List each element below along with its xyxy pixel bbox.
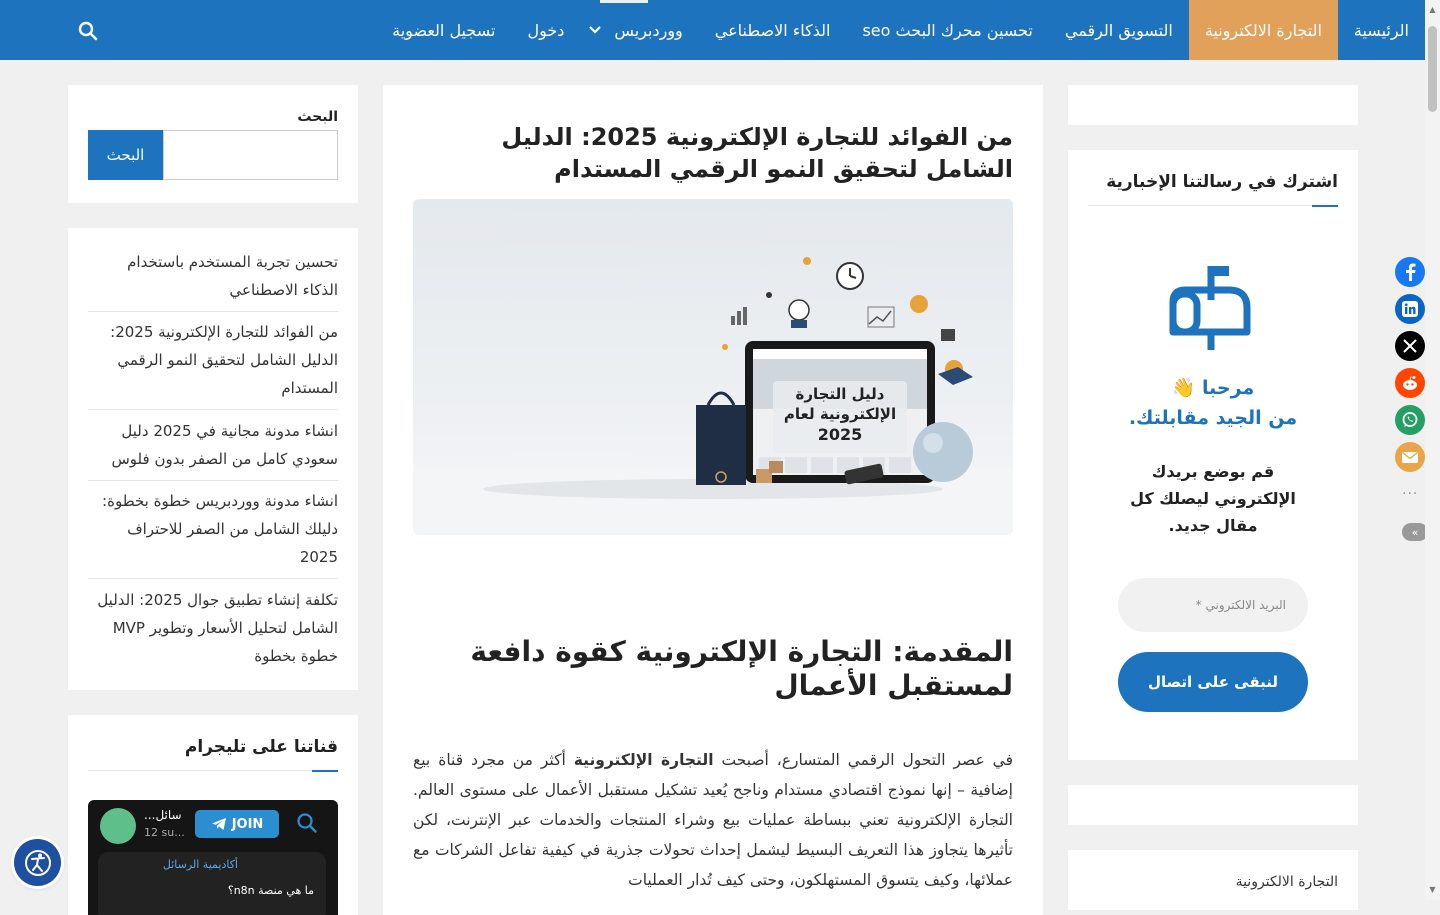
divider — [88, 578, 338, 579]
newsletter-description-line: الإلكتروني ليصلك كل — [1130, 489, 1296, 508]
join-button[interactable]: JOIN — [195, 810, 279, 838]
title-underline — [312, 770, 338, 772]
nav-item-wordpress-label: ووردبريس — [614, 20, 683, 40]
nav-items: الرئيسية التجارة الالكترونية التسويق الر… — [376, 0, 1425, 60]
email-field[interactable]: البريد الالكتروني * — [1118, 578, 1308, 632]
newsletter-welcome: من الجيد مقابلتك. — [1128, 407, 1298, 429]
categories-widget: التجارة الالكترونية — [1068, 850, 1358, 910]
recent-post-link[interactable]: من الفوائد للتجارة الإلكترونية 2025: الد… — [88, 318, 338, 402]
more-share-icon[interactable]: ··· — [1402, 486, 1418, 502]
telegram-embed[interactable]: ...سائل 12 su... JOIN أكاديمية الرسائل م… — [88, 800, 338, 915]
recent-post-link[interactable]: انشاء مدونة مجانية في 2025 دليل سعودي كا… — [88, 417, 339, 473]
email-placeholder: البريد الالكتروني * — [1195, 598, 1286, 612]
image-caption-line2: الإلكترونية لعام — [783, 405, 897, 423]
empty-widget — [1068, 85, 1358, 125]
recent-posts-widget: تحسين تجربة المستخدم باستخدام الذكاء الا… — [68, 228, 358, 690]
recent-post-link[interactable]: تحسين تجربة المستخدم باستخدام الذكاء الا… — [88, 248, 338, 304]
telegram-widget: قناتنا على تليجرام ...سائل 12 su... JOIN… — [68, 715, 358, 915]
top-navigation: الرئيسية التجارة الالكترونية التسويق الر… — [0, 0, 1425, 60]
reddit-icon — [1403, 376, 1417, 390]
nav-item-digital-marketing[interactable]: التسويق الرقمي — [1049, 0, 1189, 60]
scroll-up-arrow-icon[interactable]: ▲ — [1428, 6, 1437, 14]
subscribe-button[interactable]: لنبقى على اتصال — [1118, 652, 1308, 712]
scroll-down-arrow-icon[interactable]: ▼ — [1428, 886, 1437, 894]
article-title: من الفوائد للتجارة الإلكترونية 2025: الد… — [501, 123, 1013, 183]
channel-name: ...سائل — [144, 808, 182, 822]
linkedin-icon — [1402, 301, 1418, 317]
divider — [88, 480, 338, 481]
divider — [88, 311, 338, 312]
paragraph-text: في عصر التحول الرقمي المتسارع، أصبحت — [713, 751, 1014, 769]
whatsapp-share-button[interactable] — [1395, 405, 1425, 435]
message-author: أكاديمية الرسائل — [162, 858, 238, 871]
nav-item-wordpress[interactable]: ووردبريس — [610, 0, 698, 60]
search-input[interactable] — [163, 130, 338, 180]
telegram-widget-title: قناتنا على تليجرام — [184, 737, 338, 757]
recent-post-link[interactable]: انشاء مدونة ووردبريس خطوة بخطوة: دليلك ا… — [88, 487, 338, 571]
reddit-share-button[interactable] — [1395, 368, 1425, 398]
search-widget-title: البحث — [297, 109, 338, 125]
mailbox-icon — [1163, 262, 1263, 357]
x-icon — [1403, 339, 1417, 353]
article-paragraph: في عصر التحول الرقمي المتسارع، أصبحت الت… — [413, 745, 1013, 895]
facebook-icon — [1406, 263, 1416, 281]
nav-item-ai[interactable]: الذكاء الاصطناعي — [699, 0, 847, 60]
accessibility-icon[interactable] — [14, 839, 61, 886]
title-underline — [1312, 205, 1338, 207]
paragraph-bold-keyword: التجارة الإلكترونية — [573, 751, 714, 769]
search-widget: البحث البحث — [68, 85, 358, 203]
x-share-button[interactable] — [1395, 331, 1425, 361]
nav-item-ecommerce[interactable]: التجارة الالكترونية — [1188, 0, 1338, 60]
subscriber-count: 12 su... — [144, 826, 185, 839]
join-label: JOIN — [231, 816, 264, 832]
nav-item-register[interactable]: تسجيل العضوية — [376, 0, 511, 60]
nav-item-seo[interactable]: تحسين محرك البحث seo — [846, 0, 1048, 60]
newsletter-description-line: قم بوضع بريدك — [1151, 462, 1275, 481]
newsletter-greeting: مرحبا 👋 — [1171, 377, 1255, 399]
scrollbar[interactable] — [1425, 0, 1440, 900]
paragraph-text: أكثر من مجرد قناة بيع إضافية – إنها نموذ… — [413, 751, 1013, 889]
channel-avatar — [100, 808, 136, 844]
article-card: من الفوائد للتجارة الإلكترونية 2025: الد… — [383, 85, 1043, 915]
category-link[interactable]: التجارة الالكترونية — [1236, 874, 1338, 890]
empty-widget — [1068, 785, 1358, 825]
newsletter-widget: اشترك في رسالتنا الإخبارية مرحبا 👋 من ال… — [1068, 150, 1358, 760]
telegram-message: أكاديمية الرسائل ما هي منصة n8n؟ — [98, 852, 326, 915]
image-caption-line3: 2025 — [817, 425, 863, 444]
newsletter-description-line: مقال جديد. — [1168, 516, 1258, 535]
chevron-down-icon[interactable] — [580, 0, 610, 60]
divider — [88, 409, 338, 410]
scrollbar-thumb[interactable] — [1428, 26, 1437, 112]
recent-post-link[interactable]: تكلفة إنشاء تطبيق جوال 2025: الدليل الشا… — [88, 586, 338, 670]
newsletter-description: قم بوضع بريدك الإلكتروني ليصلك كل مقال ج… — [1113, 458, 1313, 539]
search-icon[interactable] — [296, 812, 318, 834]
search-icon[interactable] — [78, 21, 98, 41]
email-share-button[interactable] — [1395, 442, 1425, 472]
nav-item-home[interactable]: الرئيسية — [1338, 0, 1425, 60]
divider — [88, 770, 338, 771]
message-text: ما هي منصة n8n؟ — [227, 884, 314, 897]
email-icon — [1402, 451, 1418, 463]
divider — [1088, 205, 1338, 206]
facebook-share-button[interactable] — [1395, 257, 1425, 287]
newsletter-title: اشترك في رسالتنا الإخبارية — [1106, 172, 1338, 192]
section-heading: المقدمة: التجارة الإلكترونية كقوة دافعة … — [470, 635, 1013, 702]
search-button[interactable]: البحث — [88, 130, 163, 180]
linkedin-share-button[interactable] — [1395, 294, 1425, 324]
telegram-icon — [211, 818, 226, 830]
article-featured-image: دليل التجارة الإلكترونية لعام 2025 — [413, 199, 1013, 535]
image-caption-line1: دليل التجارة — [795, 385, 885, 403]
nav-item-login[interactable]: دخول — [511, 0, 580, 60]
whatsapp-icon — [1402, 412, 1418, 427]
